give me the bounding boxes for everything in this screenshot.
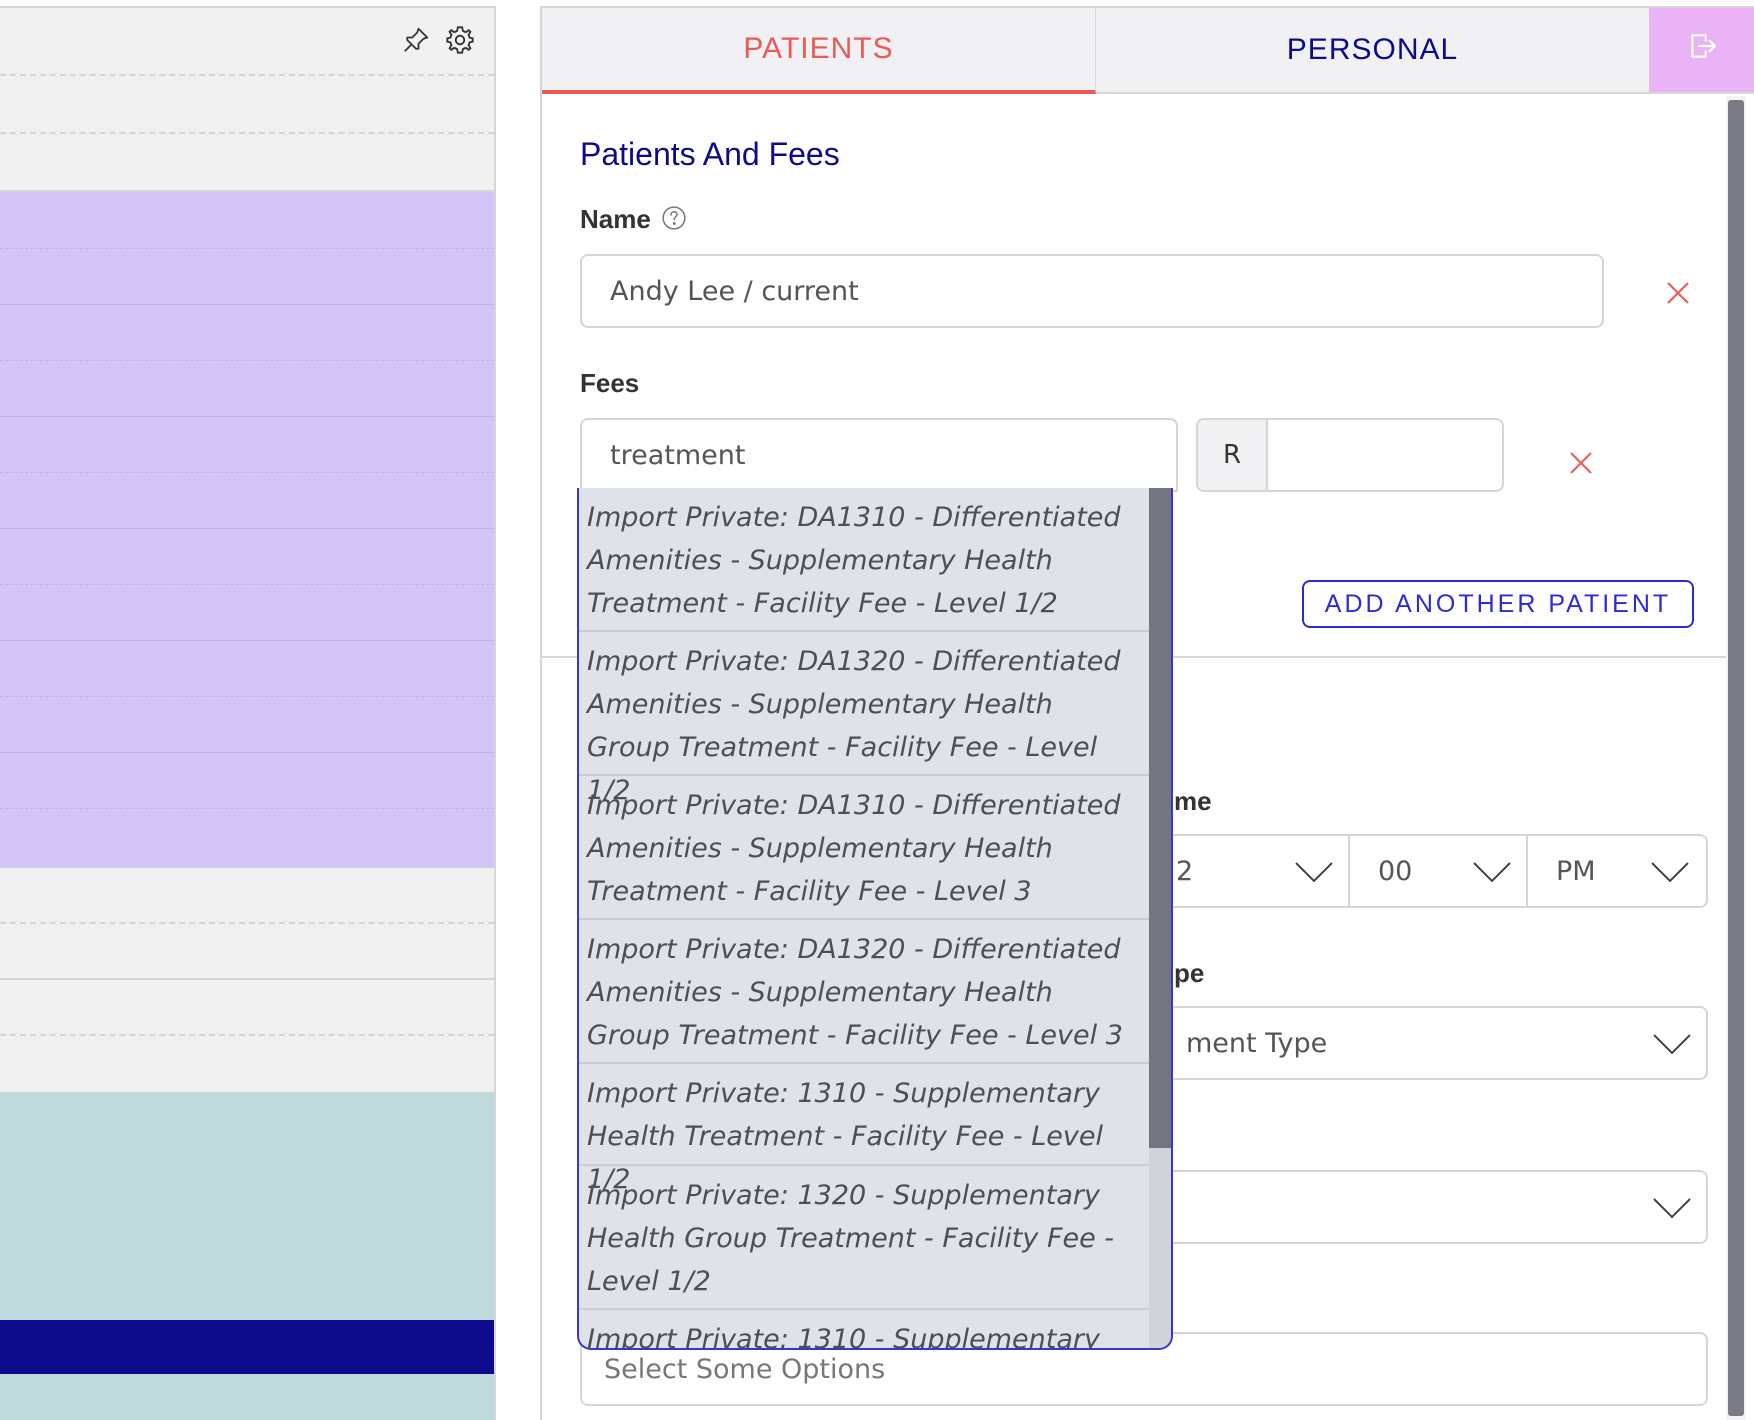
fee-option[interactable]: Import Private: DA1310 - Differentiated …	[579, 488, 1149, 632]
logout-icon	[1686, 30, 1720, 70]
chevron-down-icon	[1473, 862, 1511, 883]
type-label: pe	[1174, 958, 1205, 988]
form-scrollbar-thumb[interactable]	[1728, 100, 1744, 1416]
appointment-type-select[interactable]: ment Type	[1102, 1006, 1708, 1080]
fee-option[interactable]: Import Private: DA1320 - Differentiated …	[579, 920, 1149, 1064]
add-another-patient-button[interactable]: ADD ANOTHER PATIENT	[1302, 580, 1694, 628]
time-label: me	[1174, 786, 1212, 816]
currency-prefix: R	[1198, 420, 1268, 490]
fee-search-input[interactable]: treatment	[580, 418, 1178, 492]
question-circle-icon[interactable]	[661, 205, 687, 235]
chevron-down-icon	[1295, 862, 1333, 883]
remove-patient-icon[interactable]	[1663, 278, 1693, 308]
chevron-down-icon	[1653, 1034, 1691, 1055]
gear-icon[interactable]	[442, 22, 478, 58]
logout-button[interactable]	[1649, 8, 1754, 94]
meridiem-value: PM	[1556, 855, 1596, 887]
fee-option[interactable]: Import Private: DA1310 - Differentiated …	[579, 776, 1149, 920]
chevron-down-icon	[1653, 1198, 1691, 1219]
remove-fee-icon[interactable]	[1566, 448, 1596, 478]
hour-value: 2	[1176, 855, 1194, 887]
chevron-down-icon	[1651, 862, 1689, 883]
appointment-type-value: ment Type	[1186, 1027, 1328, 1059]
minute-select[interactable]: 00	[1348, 834, 1528, 908]
pin-icon[interactable]	[398, 22, 434, 58]
section-title: Patients And Fees	[580, 136, 840, 172]
calendar-slot[interactable]	[0, 76, 494, 134]
calendar-slot[interactable]	[0, 1036, 494, 1092]
dropdown-scrollbar-thumb[interactable]	[1149, 488, 1171, 1148]
calendar-panel	[0, 6, 496, 1420]
fee-amount-group: R	[1196, 418, 1504, 492]
calendar-slot[interactable]	[0, 868, 494, 924]
fee-amount-input[interactable]	[1268, 420, 1502, 490]
secondary-select[interactable]	[1102, 1170, 1708, 1244]
fee-option[interactable]: Import Private: 1310 - Supplementary	[579, 1310, 1149, 1348]
fee-option[interactable]: Import Private: DA1320 - Differentiated …	[579, 632, 1149, 806]
appointment-block-purple[interactable]	[0, 192, 494, 868]
tab-patients[interactable]: PATIENTS	[542, 8, 1096, 94]
name-label: Name	[580, 204, 651, 234]
fee-option[interactable]: Import Private: 1310 - Supplementary Hea…	[579, 1064, 1149, 1195]
fee-option[interactable]: Import Private: 1320 - Supplementary Hea…	[579, 1166, 1149, 1310]
fees-label: Fees	[580, 368, 640, 398]
fee-options-dropdown[interactable]: Import Private: DA1310 - Differentiated …	[577, 488, 1173, 1350]
minute-value: 00	[1378, 855, 1413, 887]
patient-name-input[interactable]: Andy Lee / current	[580, 254, 1604, 328]
tab-personal[interactable]: PERSONAL	[1096, 8, 1649, 94]
name-label-row: Name	[580, 204, 687, 235]
selected-time-bar[interactable]	[0, 1320, 494, 1374]
calendar-slot[interactable]	[0, 924, 494, 980]
calendar-header	[0, 8, 494, 76]
meridiem-select[interactable]: PM	[1528, 834, 1708, 908]
calendar-slot[interactable]	[0, 980, 494, 1036]
calendar-slot[interactable]	[0, 134, 494, 192]
